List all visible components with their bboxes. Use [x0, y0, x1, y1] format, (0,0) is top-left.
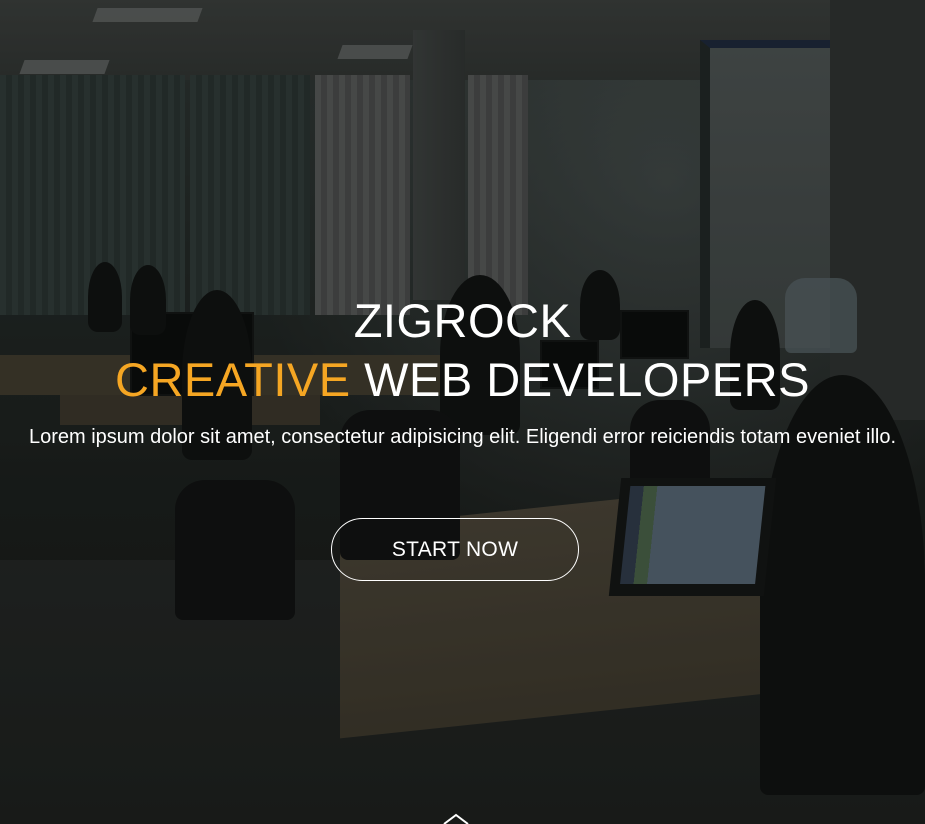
start-now-button[interactable]: START NOW: [331, 518, 579, 581]
tagline-rest: WEB DEVELOPERS: [364, 353, 810, 406]
hero-content: ZIGROCK CREATIVE WEB DEVELOPERS Lorem ip…: [0, 0, 925, 824]
chevron-down-icon[interactable]: [441, 812, 471, 824]
tagline-heading: CREATIVE WEB DEVELOPERS: [0, 354, 925, 406]
hero-description: Lorem ipsum dolor sit amet, consectetur …: [28, 426, 897, 448]
brand-heading: ZIGROCK: [353, 294, 572, 347]
tagline-accent: CREATIVE: [115, 353, 351, 406]
hero-section: ZIGROCK CREATIVE WEB DEVELOPERS Lorem ip…: [0, 0, 925, 824]
